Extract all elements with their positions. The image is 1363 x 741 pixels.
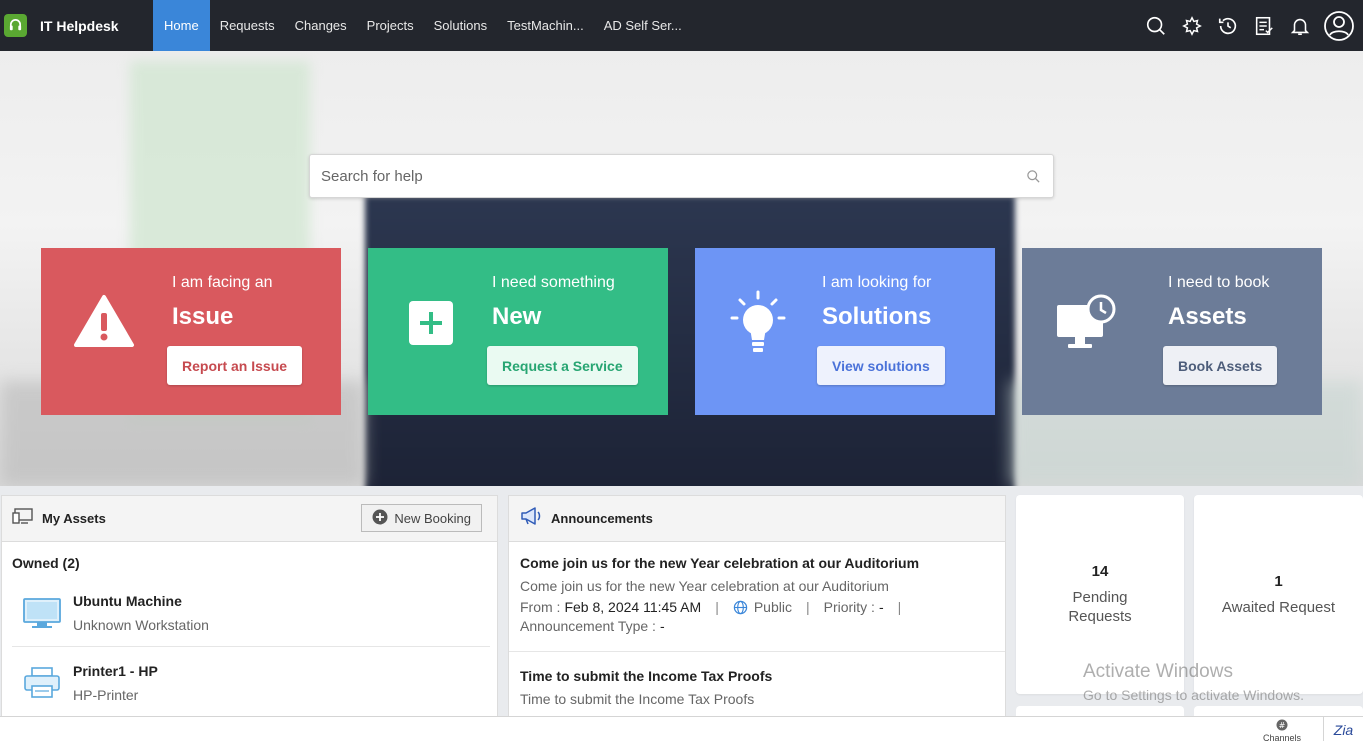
help-search-input[interactable]	[321, 167, 1013, 185]
from-label: From :	[520, 599, 561, 615]
card-subtitle: I need something	[492, 274, 615, 291]
report-issue-button[interactable]: Report an Issue	[167, 346, 303, 385]
search-icon[interactable]	[1143, 13, 1169, 39]
announcements-header: Announcements	[509, 496, 1005, 542]
panel-title: Announcements	[551, 511, 653, 526]
new-booking-button[interactable]: New Booking	[361, 504, 482, 532]
awaited-count: 1	[1274, 572, 1283, 590]
search-icon[interactable]	[1013, 169, 1053, 184]
printer-icon	[22, 663, 62, 703]
announcement-description: Time to submit the Income Tax Proofs	[520, 691, 755, 707]
announcement-description: Come join us for the new Year celebratio…	[520, 578, 889, 594]
announcement-meta: From : Feb 8, 2024 11:45 AM | Public | P…	[520, 599, 996, 615]
pending-label: Pending Requests	[1068, 589, 1132, 625]
card-title: Solutions	[822, 303, 932, 330]
brand[interactable]: IT Helpdesk	[0, 0, 153, 51]
channels-label: Channels	[1262, 733, 1302, 741]
nav-tab-requests[interactable]: Requests	[210, 0, 285, 51]
priority-label: Priority :	[823, 599, 875, 615]
ticket-icon[interactable]	[1179, 13, 1205, 39]
new-booking-label: New Booking	[394, 510, 471, 526]
watermark-line2: Go to Settings to activate Windows.	[1083, 687, 1304, 703]
plus-square-icon	[396, 288, 466, 358]
card-book-assets: I need to book Assets Book Assets	[1022, 248, 1322, 415]
type-label: Announcement Type :	[520, 618, 656, 634]
request-service-button[interactable]: Request a Service	[487, 346, 638, 385]
card-title: New	[492, 303, 542, 330]
announcement-title[interactable]: Time to submit the Income Tax Proofs	[520, 668, 996, 684]
separator: |	[897, 599, 902, 615]
bell-icon[interactable]	[1287, 13, 1313, 39]
asset-type: HP-Printer	[73, 687, 139, 703]
card-title: Issue	[172, 303, 234, 330]
my-assets-header: My Assets New Booking	[2, 496, 497, 542]
nav-tab-changes[interactable]: Changes	[285, 0, 357, 51]
asset-list-item[interactable]: Printer1 - HP HP-Printer	[12, 653, 490, 717]
nav-tab-testmachine[interactable]: TestMachin...	[497, 0, 594, 51]
asset-list-item[interactable]: Ubuntu Machine Unknown Workstation	[12, 583, 490, 647]
svg-text:#: #	[1279, 721, 1286, 730]
my-assets-panel: My Assets New Booking Owned (2) Ubuntu M…	[1, 495, 498, 720]
lightbulb-icon	[723, 288, 793, 358]
priority-value: -	[878, 599, 884, 615]
card-request-service: I need something New Request a Service	[368, 248, 668, 415]
announcement-title[interactable]: Come join us for the new Year celebratio…	[520, 555, 996, 571]
from-value: Feb 8, 2024 11:45 AM	[564, 599, 702, 615]
visibility-value: Public	[753, 599, 792, 615]
asset-name: Ubuntu Machine	[73, 593, 182, 609]
nav-tab-ad-self-service[interactable]: AD Self Ser...	[594, 0, 692, 51]
awaited-label: Awaited Request	[1221, 598, 1336, 616]
nav-tab-solutions[interactable]: Solutions	[424, 0, 497, 51]
app-title: IT Helpdesk	[40, 17, 119, 34]
checklist-icon[interactable]	[1251, 13, 1277, 39]
helpdesk-headset-icon	[4, 14, 27, 37]
view-solutions-button[interactable]: View solutions	[817, 346, 945, 385]
card-report-issue: I am facing an Issue Report an Issue	[41, 248, 341, 415]
watermark-line1: Activate Windows	[1083, 661, 1233, 682]
type-value: -	[659, 618, 665, 634]
nav-tab-projects[interactable]: Projects	[357, 0, 424, 51]
hero-banner: I am facing an Issue Report an Issue I n…	[0, 51, 1363, 486]
plus-circle-icon	[372, 509, 388, 528]
announcement-type-row: Announcement Type : -	[520, 618, 996, 634]
zia-assistant-button[interactable]: Zia	[1323, 717, 1363, 741]
asset-type: Unknown Workstation	[73, 617, 209, 633]
panel-title: My Assets	[42, 511, 106, 526]
announcements-panel: Announcements Come join us for the new Y…	[508, 495, 1006, 720]
separator: |	[805, 599, 810, 615]
card-view-solutions: I am looking for Solutions View solution…	[695, 248, 995, 415]
divider	[509, 651, 1005, 652]
card-title: Assets	[1168, 303, 1247, 330]
pending-count: 14	[1091, 563, 1109, 580]
monitor-clock-icon	[1050, 288, 1120, 358]
card-subtitle: I am looking for	[822, 274, 932, 291]
separator: |	[715, 599, 719, 615]
activate-windows-watermark: Activate Windows Go to Settings to activ…	[1083, 661, 1304, 703]
card-subtitle: I need to book	[1168, 274, 1270, 291]
globe-icon	[733, 600, 748, 615]
user-avatar-icon[interactable]	[1323, 10, 1355, 42]
nav-tab-home[interactable]: Home	[153, 0, 210, 51]
card-subtitle: I am facing an	[172, 274, 273, 291]
channels-button[interactable]: # Channels	[1256, 719, 1308, 741]
megaphone-icon	[519, 506, 543, 531]
top-navigation-bar: IT Helpdesk Home Requests Changes Projec…	[0, 0, 1363, 51]
book-assets-button[interactable]: Book Assets	[1163, 346, 1278, 385]
announcement-item[interactable]: Time to submit the Income Tax Proofs Tim…	[520, 668, 996, 707]
announcement-item[interactable]: Come join us for the new Year celebratio…	[520, 555, 996, 634]
warning-icon	[69, 288, 139, 358]
history-icon[interactable]	[1215, 13, 1241, 39]
desktop-icon	[12, 507, 34, 530]
monitor-icon	[22, 593, 62, 633]
asset-name: Printer1 - HP	[73, 663, 158, 679]
footer-bar: # Channels Zia	[0, 716, 1363, 741]
help-search-box	[309, 154, 1054, 198]
owned-count-label: Owned (2)	[12, 555, 80, 571]
hash-icon: #	[1276, 719, 1288, 733]
